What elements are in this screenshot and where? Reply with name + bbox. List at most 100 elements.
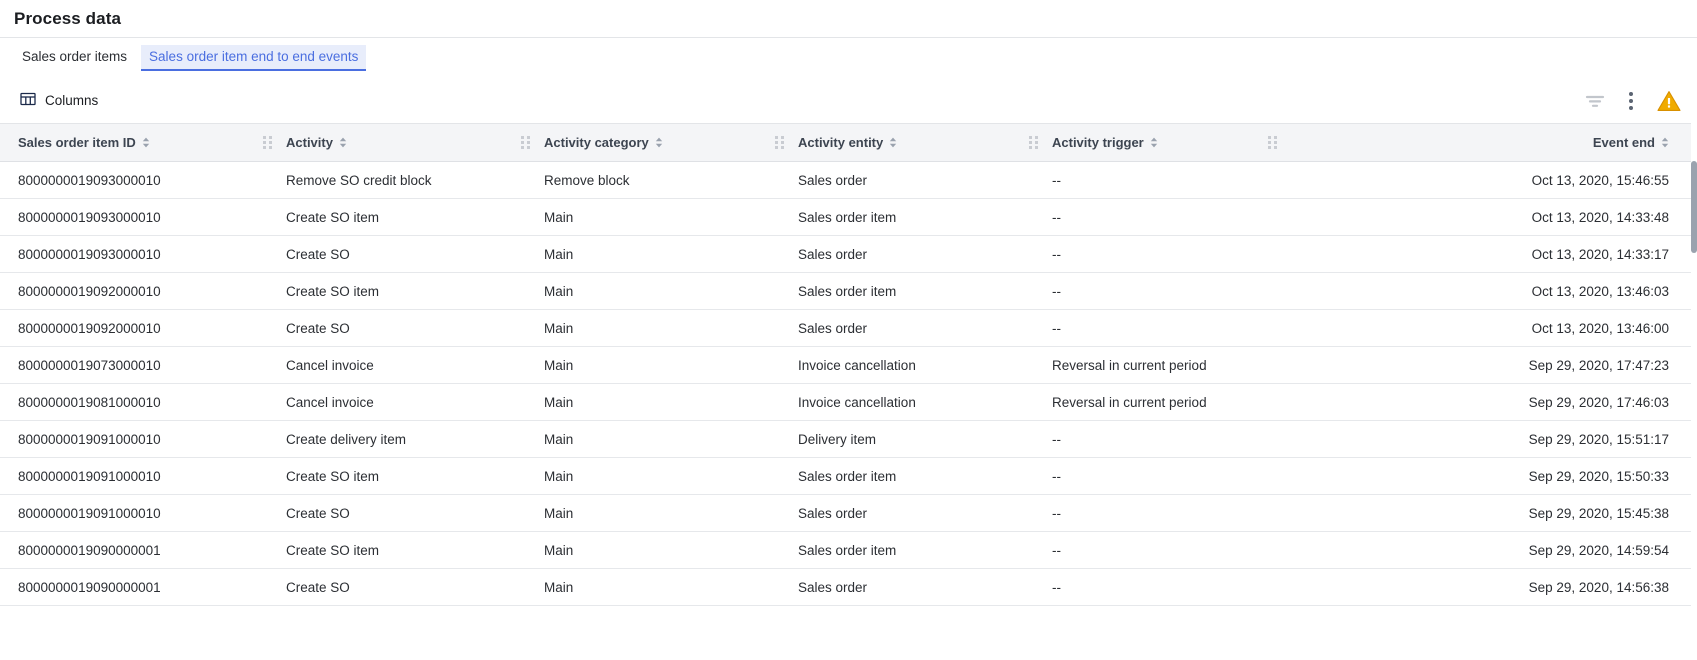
dot <box>1629 98 1633 103</box>
cell-category: Main <box>526 235 780 273</box>
header-inner: Activity category <box>526 135 780 150</box>
cell-id: 8000000019073000010 <box>0 346 268 384</box>
process-data-table: Sales order item ID Activity Activity ca… <box>0 123 1691 606</box>
column-header-activity-entity[interactable]: Activity entity <box>775 123 1034 162</box>
cell-activity: Create SO <box>268 568 526 606</box>
cell-event-end: Sep 29, 2020, 15:45:38 <box>1273 494 1691 532</box>
data-table-container: Sales order item ID Activity Activity ca… <box>0 123 1697 660</box>
cell-category: Main <box>526 568 780 606</box>
process-data-page: Process data Sales order items Sales ord… <box>0 0 1697 660</box>
table-row[interactable]: 8000000019091000010 Create delivery item M… <box>0 420 1691 458</box>
tab-sales-order-item-end-to-end-events[interactable]: Sales order item end to end events <box>141 45 367 71</box>
table-row[interactable]: 8000000019090000001 Create SO item Main Sal… <box>0 531 1691 569</box>
tab-sales-order-items[interactable]: Sales order items <box>14 45 135 71</box>
table-row[interactable]: 8000000019081000010 Cancel invoice Main Inv… <box>0 383 1691 421</box>
cell-entity: Sales order <box>780 161 1034 199</box>
table-row[interactable]: 8000000019093000010 Create SO item Main Sal… <box>0 198 1691 236</box>
cell-id: 8000000019090000001 <box>0 568 268 606</box>
table-row[interactable]: 8000000019093000010 Remove SO credit bloc… <box>0 161 1691 199</box>
dot <box>1629 105 1633 110</box>
column-header-label: Event end <box>1592 135 1655 150</box>
cell-id: 8000000019091000010 <box>0 420 268 458</box>
cell-category: Remove block <box>526 161 780 199</box>
cell-event-end: Oct 13, 2020, 13:46:03 <box>1273 272 1691 310</box>
column-header-label: Activity category <box>544 135 649 150</box>
cell-id: 8000000019093000010 <box>0 198 268 236</box>
cell-trigger: -- <box>1034 457 1273 495</box>
cell-entity: Sales order item <box>780 198 1034 236</box>
column-resize-handle[interactable] <box>775 135 784 150</box>
table-row[interactable]: 8000000019092000010 Create SO item Main Sal… <box>0 272 1691 310</box>
table-toolbar: Columns <box>0 78 1697 123</box>
sort-arrows-icon[interactable] <box>889 137 897 148</box>
cell-trigger: Reversal in current period <box>1034 383 1273 421</box>
cell-activity: Create SO item <box>268 531 526 569</box>
scrollbar-thumb[interactable] <box>1691 161 1697 253</box>
cell-event-end: Sep 29, 2020, 15:50:33 <box>1273 457 1691 495</box>
sort-arrows-icon[interactable] <box>1661 137 1669 148</box>
header-inner: Sales order item ID <box>0 135 268 150</box>
cell-category: Main <box>526 420 780 458</box>
column-header-label: Activity entity <box>798 135 884 150</box>
columns-button[interactable]: Columns <box>18 88 100 113</box>
table-row[interactable]: 8000000019093000010 Create SO Main Sales or… <box>0 235 1691 273</box>
cell-id: 8000000019090000001 <box>0 531 268 569</box>
header-inner: Activity trigger <box>1034 135 1273 150</box>
cell-category: Main <box>526 457 780 495</box>
cell-entity: Sales order <box>780 568 1034 606</box>
cell-trigger: Reversal in current period <box>1034 346 1273 384</box>
cell-trigger: -- <box>1034 494 1273 532</box>
cell-entity: Sales order item <box>780 531 1034 569</box>
cell-entity: Sales order <box>780 309 1034 347</box>
cell-activity: Create SO <box>268 309 526 347</box>
table-row[interactable]: 8000000019090000001 Create SO Main Sales or… <box>0 568 1691 606</box>
column-header-activity-category[interactable]: Activity category <box>521 123 780 162</box>
sort-arrows-icon[interactable] <box>655 137 663 148</box>
column-resize-handle[interactable] <box>521 135 530 150</box>
cell-category: Main <box>526 198 780 236</box>
warning-triangle-icon[interactable] <box>1657 90 1681 112</box>
table-row[interactable]: 8000000019073000010 Cancel invoice Main Inv… <box>0 346 1691 384</box>
cell-trigger: -- <box>1034 420 1273 458</box>
column-header-sales-order-item-id[interactable]: Sales order item ID <box>0 123 268 162</box>
table-row[interactable]: 8000000019091000010 Create SO item Main Sal… <box>0 457 1691 495</box>
sort-arrows-icon[interactable] <box>1150 137 1158 148</box>
table-row[interactable]: 8000000019091000010 Create SO Main Sales or… <box>0 494 1691 532</box>
column-header-label: Activity trigger <box>1052 135 1144 150</box>
sort-arrows-icon[interactable] <box>142 137 150 148</box>
column-header-activity[interactable]: Activity <box>263 123 526 162</box>
header-inner: Activity entity <box>780 135 1034 150</box>
column-resize-handle[interactable] <box>1268 135 1277 150</box>
table-head: Sales order item ID Activity Activity ca… <box>0 123 1691 162</box>
sort-arrows-icon[interactable] <box>339 137 347 148</box>
columns-button-label: Columns <box>45 93 99 108</box>
filter-icon[interactable] <box>1585 93 1605 109</box>
cell-trigger: -- <box>1034 531 1273 569</box>
column-header-event-end[interactable]: Event end <box>1268 123 1691 162</box>
cell-event-end: Oct 13, 2020, 13:46:00 <box>1273 309 1691 347</box>
dot <box>1629 91 1633 96</box>
cell-entity: Invoice cancellation <box>780 383 1034 421</box>
cell-activity: Create SO item <box>268 272 526 310</box>
table-row[interactable]: 8000000019092000010 Create SO Main Sales or… <box>0 309 1691 347</box>
column-resize-handle[interactable] <box>1029 135 1038 150</box>
cell-category: Main <box>526 346 780 384</box>
cell-category: Main <box>526 494 780 532</box>
column-header-activity-trigger[interactable]: Activity trigger <box>1029 123 1273 162</box>
column-resize-handle[interactable] <box>263 135 272 150</box>
cell-event-end: Oct 13, 2020, 15:46:55 <box>1273 161 1691 199</box>
cell-event-end: Sep 29, 2020, 15:51:17 <box>1273 420 1691 458</box>
table-body: 8000000019093000010 Remove SO credit bloc… <box>0 161 1691 606</box>
cell-category: Main <box>526 383 780 421</box>
cell-category: Main <box>526 531 780 569</box>
tab-bar: Sales order items Sales order item end t… <box>0 38 1697 78</box>
cell-category: Main <box>526 272 780 310</box>
more-vertical-icon[interactable] <box>1629 91 1633 110</box>
cell-entity: Sales order <box>780 235 1034 273</box>
vertical-scrollbar[interactable] <box>1691 161 1697 660</box>
cell-trigger: -- <box>1034 235 1273 273</box>
cell-id: 8000000019092000010 <box>0 272 268 310</box>
cell-event-end: Oct 13, 2020, 14:33:48 <box>1273 198 1691 236</box>
cell-id: 8000000019092000010 <box>0 309 268 347</box>
tab-label: Sales order item end to end events <box>149 49 359 64</box>
